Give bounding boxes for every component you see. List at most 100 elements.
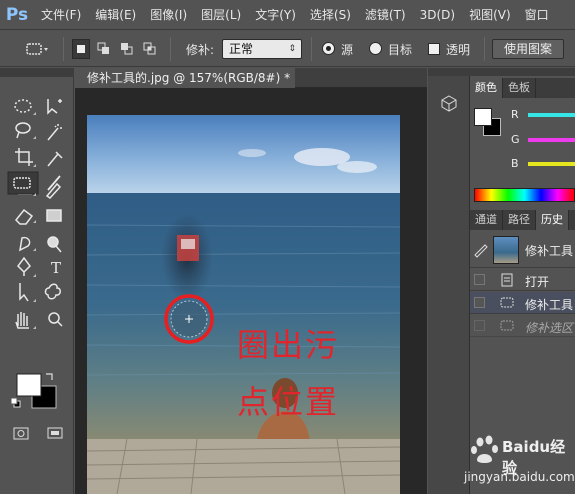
use-pattern-button[interactable]: 使用图案 — [492, 39, 564, 59]
menu-image[interactable]: 图像(I) — [143, 0, 194, 30]
patch-tool-icon — [500, 297, 514, 308]
target-radio[interactable] — [369, 42, 382, 55]
crop-icon — [15, 148, 33, 166]
history-brush-icon — [474, 244, 488, 258]
menu-view[interactable]: 视图(V) — [462, 0, 518, 30]
menu-type[interactable]: 文字(Y) — [248, 0, 303, 30]
baidu-watermark: Baidu经验 jingyan.baidu.com — [462, 430, 575, 488]
history-checkbox[interactable] — [474, 320, 485, 331]
target-label: 目标 — [388, 43, 413, 57]
dodge-icon — [47, 236, 62, 253]
eyedropper-icon — [47, 151, 63, 167]
snapshot-thumbnail — [493, 236, 519, 264]
document-area: 修补工具的.jpg @ 157%(RGB/8#) * × — [75, 68, 427, 494]
gradient-icon — [46, 209, 62, 222]
type-tool-glyph: T — [51, 259, 61, 277]
menu-layer[interactable]: 图层(L) — [194, 0, 248, 30]
history-item-label: 修补工具 — [525, 298, 574, 312]
foreground-color-swatch — [16, 373, 42, 397]
updown-arrow-icon: ⇕ — [288, 44, 296, 54]
history-item-patch-selection[interactable]: 修补选区 — [470, 315, 575, 337]
history-item-label: 修补选区 — [525, 321, 574, 335]
tab-paths[interactable]: 路径 — [503, 210, 536, 230]
magic-wand-icon — [47, 124, 62, 141]
menu-filter[interactable]: 滤镜(T) — [358, 0, 413, 30]
new-selection-button[interactable] — [72, 39, 90, 59]
add-selection-button[interactable] — [95, 39, 113, 59]
zoom-icon — [48, 312, 63, 327]
toolbox: T — [0, 68, 74, 494]
color-ramp[interactable] — [474, 188, 575, 202]
menu-window[interactable]: 窗口 — [518, 0, 556, 30]
patch-label: 修补: — [186, 43, 215, 57]
subtract-selection-icon — [121, 43, 133, 55]
tab-channels[interactable]: 通道 — [470, 210, 503, 230]
channel-r-slider[interactable] — [528, 113, 575, 117]
add-selection-icon — [97, 42, 109, 54]
menu-select[interactable]: 选择(S) — [303, 0, 358, 30]
tool-icons: T — [7, 99, 63, 440]
history-panel-tabs: 通道 路径 历史 — [470, 210, 575, 230]
options-bar: 修补: 正常 ⇕ 源 目标 透明 使用图案 — [0, 31, 575, 67]
channel-r-label: R — [511, 108, 519, 121]
history-brush-icon — [45, 182, 62, 199]
default-colors-icon — [10, 397, 18, 405]
pen-icon — [17, 256, 31, 276]
photoshop-logo: Ps — [5, 4, 29, 25]
tab-history[interactable]: 历史 — [536, 210, 569, 230]
history-item-patch[interactable]: 修补工具 — [470, 292, 575, 314]
new-selection-icon — [77, 45, 85, 53]
blur-icon — [19, 236, 31, 252]
document-tab[interactable]: 修补工具的.jpg @ 157%(RGB/8#) * × — [75, 68, 295, 88]
3d-panel-icon[interactable] — [440, 94, 458, 112]
tab-color[interactable]: 颜色 — [470, 78, 503, 98]
patch-tool-icon — [500, 320, 514, 331]
document-title: 修补工具的.jpg @ 157%(RGB/8#) * — [87, 71, 291, 85]
tool-preset-picker[interactable] — [22, 39, 52, 59]
photo — [87, 115, 400, 494]
document-tab-bar: 修补工具的.jpg @ 157%(RGB/8#) * × — [75, 68, 427, 88]
menu-file[interactable]: 文件(F) — [34, 0, 88, 30]
history-snapshot[interactable]: 修补工具 — [470, 232, 575, 268]
channel-b-slider[interactable] — [528, 162, 575, 166]
watermark-url: jingyan.baidu.com — [464, 470, 575, 484]
menu-edit[interactable]: 编辑(E) — [88, 0, 143, 30]
tab-swatches[interactable]: 色板 — [503, 78, 536, 98]
quick-mask-icon — [13, 427, 29, 440]
channel-g-label: G — [511, 133, 520, 146]
eraser-icon — [14, 208, 34, 225]
patch-mode-select[interactable]: 正常 ⇕ — [222, 39, 302, 59]
history-checkbox[interactable] — [474, 297, 485, 308]
custom-shape-icon — [44, 283, 61, 300]
swap-colors-icon — [46, 373, 53, 380]
document-icon — [501, 273, 513, 287]
move-tool-icon — [47, 99, 62, 115]
channel-b-label: B — [511, 157, 519, 170]
hand-icon — [15, 312, 29, 329]
intersect-selection-button[interactable] — [141, 39, 159, 59]
annotation-line1: 圈出污 — [237, 326, 340, 364]
intersect-selection-icon — [143, 42, 156, 55]
patch-mode-value: 正常 — [229, 42, 254, 56]
color-panel-tabs: 颜色 色板 — [470, 78, 575, 98]
path-selection-icon — [19, 283, 29, 302]
menu-3d[interactable]: 3D(D) — [413, 0, 462, 30]
lasso-icon — [15, 122, 31, 139]
patch-tool-icon — [26, 43, 48, 55]
history-item-open[interactable]: 打开 — [470, 269, 575, 291]
subtract-selection-button[interactable] — [118, 39, 136, 59]
elliptical-marquee-icon — [14, 99, 32, 113]
transparent-label: 透明 — [446, 43, 471, 57]
panel-foreground-swatch[interactable] — [474, 108, 492, 126]
transparent-checkbox[interactable] — [428, 43, 440, 55]
source-radio[interactable] — [322, 42, 335, 55]
channel-g-slider[interactable] — [528, 138, 575, 142]
history-item-label: 打开 — [525, 275, 550, 289]
history-checkbox[interactable] — [474, 274, 485, 285]
image-canvas[interactable]: 圈出污 点位置 — [87, 115, 400, 494]
annotation-line2: 点位置 — [237, 383, 340, 421]
menu-bar: Ps 文件(F) 编辑(E) 图像(I) 图层(L) 文字(Y) 选择(S) 滤… — [0, 0, 575, 30]
patch-tool-active-bg[interactable] — [7, 171, 39, 195]
source-label: 源 — [341, 43, 354, 57]
snapshot-label: 修补工具 — [525, 244, 574, 258]
